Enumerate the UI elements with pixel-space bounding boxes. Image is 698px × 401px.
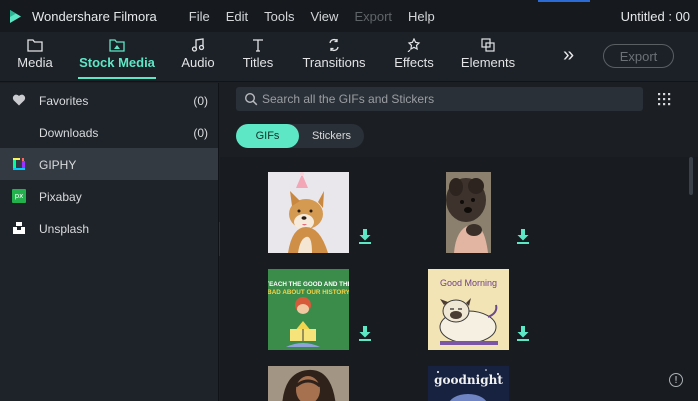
gif-grid: TEACH THE GOOD AND THE BAD ABOUT OUR HIS… <box>220 157 698 401</box>
active-tab-underline <box>78 77 156 79</box>
info-icon[interactable]: ! <box>669 373 683 387</box>
stock-folder-icon <box>109 39 125 52</box>
transitions-icon <box>329 38 339 52</box>
good-morning-pug-image: Good Morning <box>428 269 509 350</box>
tab-titles-label: Titles <box>242 55 274 70</box>
tab-effects-label: Effects <box>394 55 434 70</box>
download-icon[interactable] <box>359 229 371 244</box>
search-input[interactable] <box>262 90 632 108</box>
tab-media-label: Media <box>17 55 53 70</box>
search-icon <box>244 92 258 106</box>
downloads-count: (0) <box>193 126 208 140</box>
svg-text:BAD ABOUT OUR HISTORY: BAD ABOUT OUR HISTORY <box>268 289 349 296</box>
gif-thumbnail-reading[interactable]: TEACH THE GOOD AND THE BAD ABOUT OUR HIS… <box>268 269 349 350</box>
stock-source-sidebar: Favorites (0) Downloads (0) GIPHY px Pix… <box>0 83 219 401</box>
tab-stock-media[interactable]: Stock Media <box>78 32 156 82</box>
elements-icon <box>481 38 495 52</box>
sidebar-item-giphy[interactable]: GIPHY <box>0 148 218 180</box>
media-type-toggle: GIFs Stickers <box>236 124 364 148</box>
tab-stock-media-label: Stock Media <box>79 55 155 70</box>
tab-elements-label: Elements <box>460 55 516 70</box>
sidebar-item-pixabay[interactable]: px Pixabay <box>0 180 218 212</box>
filter-gifs-button[interactable]: GIFs <box>236 124 299 148</box>
sidebar-item-label: Favorites <box>39 94 89 108</box>
tab-titles[interactable]: Titles <box>240 32 276 82</box>
svg-text:Good Morning: Good Morning <box>440 278 497 288</box>
tab-audio-label: Audio <box>181 55 215 70</box>
gif-search-bar <box>236 87 643 111</box>
menu-file[interactable]: File <box>189 9 210 24</box>
download-icon[interactable] <box>517 229 529 244</box>
menu-edit[interactable]: Edit <box>226 9 248 24</box>
tab-elements[interactable]: Elements <box>461 32 515 82</box>
sidebar-item-unsplash[interactable]: Unsplash <box>0 212 218 244</box>
download-icon[interactable] <box>517 326 529 341</box>
filmora-logo-icon <box>10 9 21 23</box>
reading-kid-image: TEACH THE GOOD AND THE BAD ABOUT OUR HIS… <box>268 269 349 350</box>
tab-transitions-label: Transitions <box>302 55 366 70</box>
dog-paw-image <box>446 172 491 253</box>
filmora-window: Wondershare Filmora File Edit Tools View… <box>0 0 698 401</box>
grid-view-icon[interactable] <box>657 92 671 106</box>
window-focus-indicator <box>538 0 590 2</box>
svg-text:TEACH THE GOOD AND THE: TEACH THE GOOD AND THE <box>268 281 349 288</box>
tab-media[interactable]: Media <box>14 32 56 82</box>
filter-stickers-button[interactable]: Stickers <box>299 124 364 148</box>
menu-export: Export <box>354 8 393 24</box>
gif-thumbnail-dog[interactable] <box>446 172 491 253</box>
shiba-dog-image <box>288 172 328 253</box>
music-note-icon <box>191 38 205 52</box>
gif-thumbnail-shiba[interactable] <box>268 172 349 253</box>
gif-thumbnail-goodnight[interactable]: goodnight <box>428 366 509 401</box>
sidebar-item-label: Pixabay <box>39 190 82 204</box>
menu-bar: File Edit Tools View Export Help <box>189 9 451 24</box>
pixabay-icon: px <box>12 189 26 203</box>
menu-view[interactable]: View <box>310 9 338 24</box>
tab-transitions[interactable]: Transitions <box>302 32 366 82</box>
menu-tools[interactable]: Tools <box>264 9 294 24</box>
tab-effects[interactable]: Effects <box>393 32 435 82</box>
effects-icon <box>407 38 421 52</box>
man-portrait-image <box>268 366 349 401</box>
menu-help[interactable]: Help <box>408 9 435 24</box>
tab-audio[interactable]: Audio <box>180 32 216 82</box>
grid-scrollbar[interactable] <box>689 157 693 195</box>
export-button[interactable]: Export <box>603 44 674 68</box>
text-t-icon <box>253 39 263 52</box>
favorites-count: (0) <box>193 94 208 108</box>
sidebar-item-label: Downloads <box>39 126 99 140</box>
sidebar-item-label: GIPHY <box>39 158 77 172</box>
gif-thumbnail-pug[interactable]: Good Morning <box>428 269 509 350</box>
title-bar: Wondershare Filmora File Edit Tools View… <box>0 0 698 32</box>
sidebar-item-label: Unsplash <box>39 222 90 236</box>
document-title: Untitled : 00 <box>620 9 690 24</box>
giphy-icon <box>13 158 25 170</box>
gif-thumbnail-man[interactable] <box>268 366 349 401</box>
unsplash-icon <box>13 222 25 234</box>
goodnight-image: goodnight <box>428 366 509 401</box>
app-name: Wondershare Filmora <box>32 8 157 24</box>
svg-text:goodnight: goodnight <box>434 373 503 387</box>
more-tabs-button[interactable]: » <box>563 44 574 67</box>
folder-icon <box>27 39 43 52</box>
sidebar-item-favorites[interactable]: Favorites (0) <box>0 84 218 116</box>
heart-icon <box>12 94 26 106</box>
sidebar-item-downloads[interactable]: Downloads (0) <box>0 116 218 148</box>
download-icon[interactable] <box>359 326 371 341</box>
main-toolbar: Media Stock Media Audio Titles Transitio… <box>0 32 698 82</box>
